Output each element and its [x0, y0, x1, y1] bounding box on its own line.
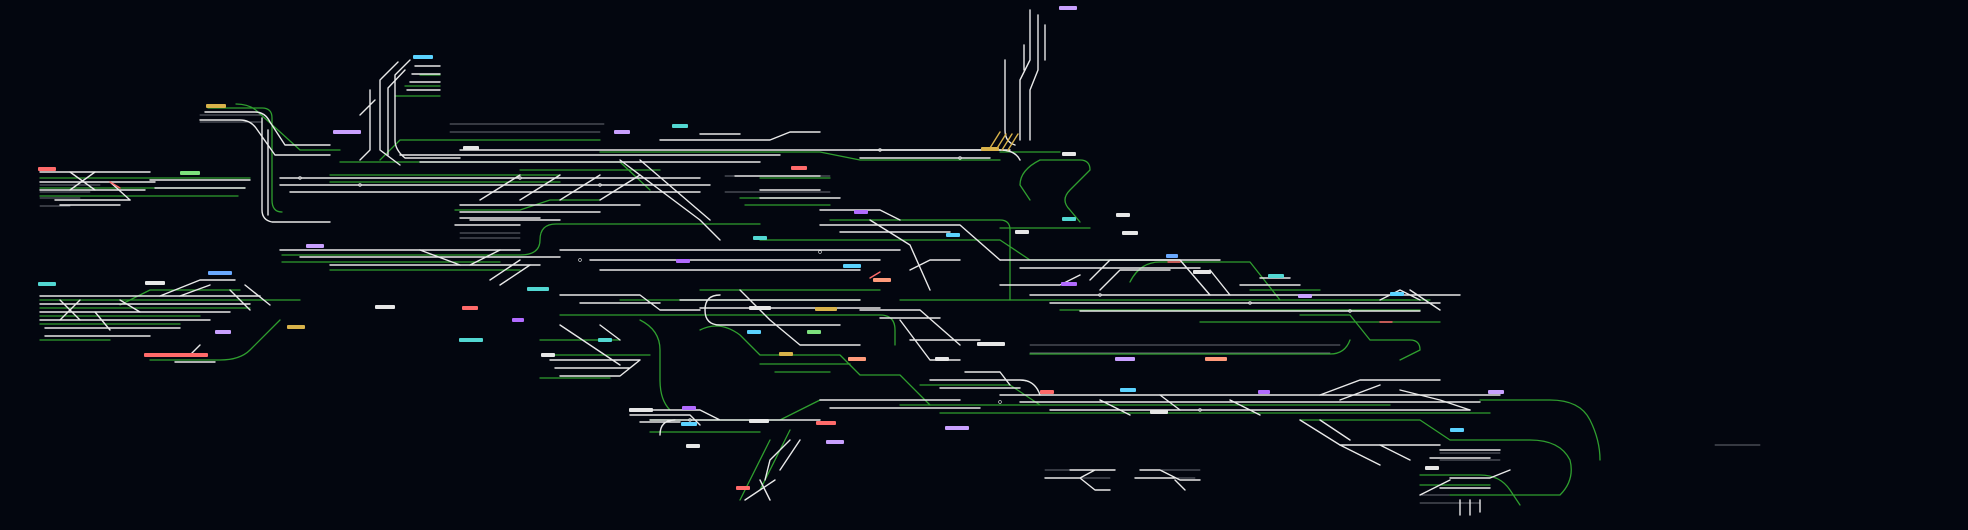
- station-label[interactable]: [1298, 294, 1312, 298]
- station-label[interactable]: [145, 281, 165, 285]
- station-label[interactable]: [1115, 357, 1135, 361]
- station-label[interactable]: [791, 166, 807, 170]
- station-label[interactable]: [144, 353, 208, 357]
- station-label[interactable]: [1258, 390, 1270, 394]
- station-label[interactable]: [854, 210, 868, 214]
- station-label[interactable]: [208, 271, 232, 275]
- station-label[interactable]: [1062, 217, 1076, 221]
- station-label[interactable]: [375, 305, 395, 309]
- station-label[interactable]: [1061, 282, 1077, 286]
- station-label[interactable]: [816, 421, 836, 425]
- station-label[interactable]: [614, 130, 630, 134]
- station-label[interactable]: [672, 124, 688, 128]
- station-label[interactable]: [1116, 213, 1130, 217]
- station-label[interactable]: [1488, 390, 1504, 394]
- station-label[interactable]: [1040, 390, 1054, 394]
- station-label[interactable]: [413, 55, 433, 59]
- station-label[interactable]: [779, 352, 793, 356]
- station-label[interactable]: [1150, 410, 1168, 414]
- station-label[interactable]: [1450, 428, 1464, 432]
- station-label[interactable]: [459, 338, 483, 342]
- station-label[interactable]: [747, 330, 761, 334]
- signalling-map[interactable]: [0, 0, 1968, 530]
- station-label[interactable]: [945, 426, 969, 430]
- station-label[interactable]: [682, 406, 696, 410]
- station-label[interactable]: [815, 307, 837, 311]
- station-label[interactable]: [206, 104, 226, 108]
- track-layer-secondary: [39, 114, 1761, 504]
- track-layer-primary: [39, 9, 1511, 516]
- station-label[interactable]: [527, 287, 549, 291]
- station-label[interactable]: [541, 353, 555, 357]
- station-label[interactable]: [676, 259, 690, 263]
- station-label[interactable]: [946, 233, 960, 237]
- station-label[interactable]: [681, 422, 697, 426]
- station-label[interactable]: [1390, 292, 1404, 296]
- station-label[interactable]: [848, 357, 866, 361]
- station-label[interactable]: [1193, 270, 1211, 274]
- station-label[interactable]: [753, 236, 767, 240]
- station-label[interactable]: [981, 147, 999, 151]
- station-label[interactable]: [333, 130, 361, 134]
- station-label[interactable]: [512, 318, 524, 322]
- station-label[interactable]: [1268, 274, 1284, 278]
- station-label[interactable]: [736, 486, 750, 490]
- station-label[interactable]: [1059, 6, 1077, 10]
- station-label[interactable]: [1015, 230, 1029, 234]
- station-label[interactable]: [686, 444, 700, 448]
- station-label[interactable]: [180, 171, 200, 175]
- station-label[interactable]: [306, 244, 324, 248]
- station-label[interactable]: [1425, 466, 1439, 470]
- station-label[interactable]: [749, 419, 769, 423]
- station-label[interactable]: [215, 330, 231, 334]
- station-label[interactable]: [1166, 254, 1178, 258]
- station-label[interactable]: [598, 338, 612, 342]
- station-label[interactable]: [38, 282, 56, 286]
- station-label[interactable]: [873, 278, 891, 282]
- route-highlights: [109, 131, 1393, 323]
- station-label[interactable]: [1062, 152, 1076, 156]
- signal-layer: [298, 148, 1352, 422]
- station-label[interactable]: [826, 440, 844, 444]
- station-label[interactable]: [977, 342, 1005, 346]
- station-label[interactable]: [1120, 388, 1136, 392]
- station-label[interactable]: [843, 264, 861, 268]
- track-layer-occupied: [39, 74, 1601, 506]
- station-label[interactable]: [629, 408, 653, 412]
- station-label[interactable]: [935, 357, 949, 361]
- station-label[interactable]: [807, 330, 821, 334]
- station-label[interactable]: [462, 306, 478, 310]
- station-label[interactable]: [1122, 231, 1138, 235]
- station-label[interactable]: [1205, 357, 1227, 361]
- station-label[interactable]: [749, 306, 771, 310]
- station-label[interactable]: [287, 325, 305, 329]
- station-label[interactable]: [463, 146, 479, 150]
- station-label[interactable]: [38, 167, 56, 171]
